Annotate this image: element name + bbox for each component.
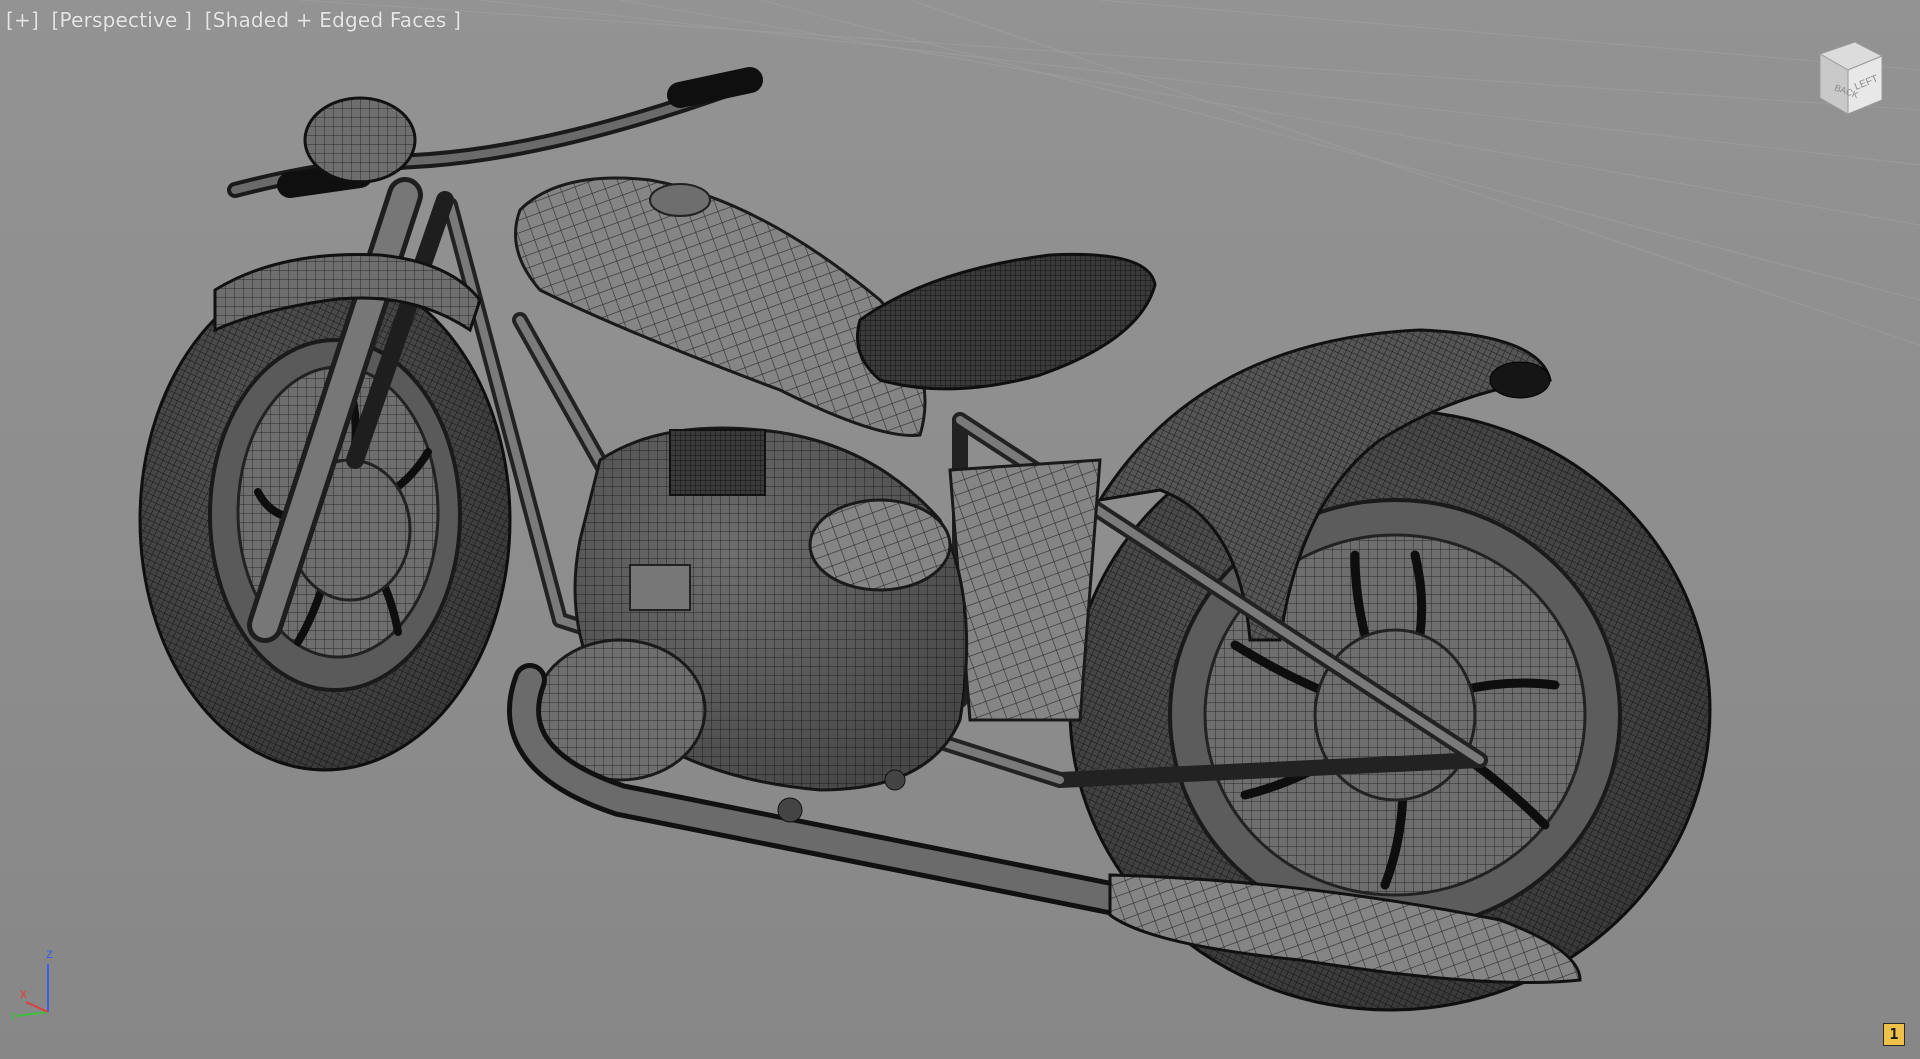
view-type-menu[interactable]: [Perspective ] — [52, 8, 193, 32]
axis-y-label: y — [10, 1009, 16, 1020]
axis-z-label: z — [46, 945, 53, 961]
oil-tank — [948, 458, 1102, 722]
axis-tripod-icon: z x y — [10, 945, 53, 1020]
shading-mode-menu[interactable]: [Shaded + Edged Faces ] — [205, 8, 461, 32]
perspective-viewport[interactable]: [+] [Perspective ] [Shaded + Edged Faces… — [0, 0, 1920, 1059]
tail-light — [1489, 361, 1551, 399]
viewcube-icon[interactable]: BACK LEFT — [1800, 34, 1890, 124]
fuel-tank[interactable] — [514, 176, 927, 437]
seat[interactable] — [856, 252, 1157, 391]
engine[interactable] — [533, 426, 969, 792]
motorcycle-model[interactable] — [0, 0, 1920, 1059]
viewport-menu-button[interactable]: [+] — [6, 8, 39, 32]
viewport-label: [+] [Perspective ] [Shaded + Edged Faces… — [6, 8, 467, 32]
axis-x-label: x — [20, 985, 27, 1001]
front-wheel[interactable] — [138, 268, 512, 772]
viewport-number-badge[interactable]: 1 — [1883, 1023, 1905, 1046]
headlight — [303, 96, 417, 184]
